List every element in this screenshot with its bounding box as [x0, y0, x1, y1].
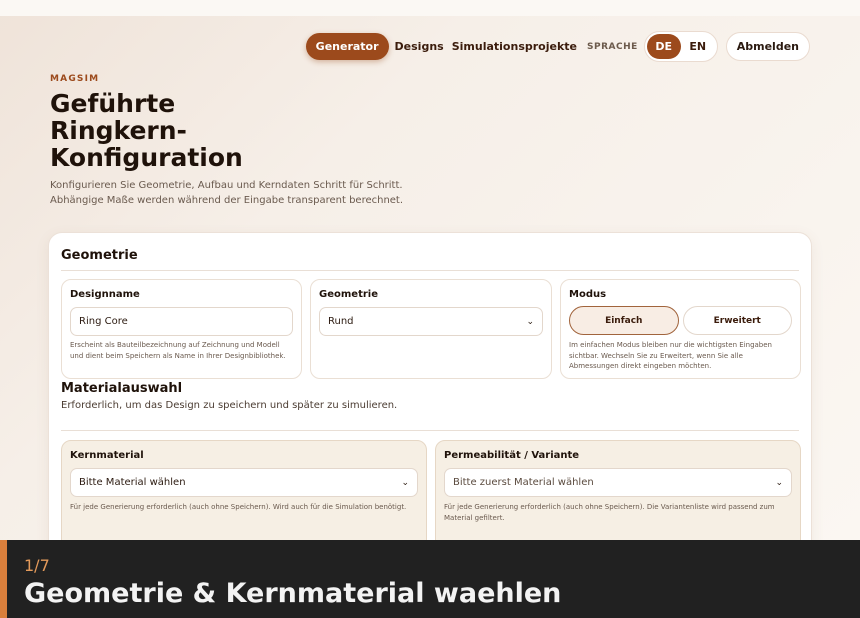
core-material-label: Kernmaterial — [70, 450, 144, 461]
permeability-help: Für jede Generierung erforderlich (auch … — [444, 503, 775, 522]
geometry-section-title: Geometrie — [61, 248, 138, 263]
core-material-field: Kernmaterial Bitte Material wählen ⌄ Für… — [61, 440, 427, 540]
permeability-field: Permeabilität / Variante Bitte zuerst Ma… — [435, 440, 801, 540]
chevron-down-icon: ⌄ — [775, 478, 783, 488]
config-card: Geometrie Designname Erscheint als Baute… — [48, 232, 812, 540]
core-material-select-value: Bitte Material wählen — [79, 477, 186, 488]
nav-designs[interactable]: Designs — [395, 40, 444, 53]
core-material-help: Für jede Generierung erforderlich (auch … — [70, 503, 407, 511]
step-caption: 1/7 Geometrie & Kernmaterial waehlen — [0, 540, 860, 618]
caption-accent-bar — [0, 540, 7, 618]
shape-field: Geometrie Rund ⌄ — [310, 279, 552, 379]
shape-select[interactable]: Rund ⌄ — [319, 307, 543, 336]
chevron-down-icon: ⌄ — [401, 478, 409, 488]
mode-help: Im einfachen Modus bleiben nur die wicht… — [569, 341, 772, 370]
material-section-title: Materialauswahl — [61, 381, 183, 396]
mode-label: Modus — [569, 289, 607, 300]
app-page: Generator Designs Simulationsprojekte SP… — [0, 0, 860, 540]
logout-button[interactable]: Abmelden — [725, 32, 810, 61]
language-label: SPRACHE — [586, 41, 638, 52]
language-switch: DE EN — [643, 31, 718, 62]
nav-generator[interactable]: Generator — [305, 33, 389, 60]
core-material-select[interactable]: Bitte Material wählen ⌄ — [70, 468, 418, 497]
top-strip — [0, 0, 860, 16]
mode-simple-button[interactable]: Einfach — [569, 306, 679, 335]
designname-help: Erscheint als Bauteilbezeichnung auf Zei… — [70, 341, 286, 360]
permeability-select-value: Bitte zuerst Material wählen — [453, 477, 594, 488]
designname-input[interactable] — [70, 307, 293, 336]
caption-step-counter: 1/7 — [24, 556, 50, 575]
mode-advanced-button[interactable]: Erweitert — [682, 306, 792, 335]
mode-field: Modus Einfach Erweitert Im einfachen Mod… — [560, 279, 801, 379]
shape-select-value: Rund — [328, 316, 354, 327]
lang-en-button[interactable]: EN — [681, 34, 715, 59]
divider — [61, 270, 799, 271]
designname-label: Designname — [70, 289, 140, 300]
designname-field: Designname Erscheint als Bauteilbezeichn… — [61, 279, 302, 379]
shape-label: Geometrie — [319, 289, 378, 300]
page-title: Geführte Ringkern-Konfiguration — [50, 89, 243, 172]
permeability-select[interactable]: Bitte zuerst Material wählen ⌄ — [444, 468, 792, 497]
caption-title: Geometrie & Kernmaterial waehlen — [24, 578, 562, 609]
chevron-down-icon: ⌄ — [526, 317, 534, 327]
top-nav: Generator Designs Simulationsprojekte SP… — [305, 31, 810, 62]
lang-de-button[interactable]: DE — [646, 34, 681, 59]
divider — [61, 430, 799, 431]
material-section-subtitle: Erforderlich, um das Design zu speichern… — [61, 400, 398, 411]
page-subtitle: Konfigurieren Sie Geometrie, Aufbau und … — [50, 180, 404, 206]
brand-label: MAGSIM — [50, 74, 100, 84]
nav-projects[interactable]: Simulationsprojekte — [452, 40, 577, 53]
permeability-label: Permeabilität / Variante — [444, 450, 580, 461]
mode-toggle: Einfach Erweitert — [569, 306, 792, 335]
